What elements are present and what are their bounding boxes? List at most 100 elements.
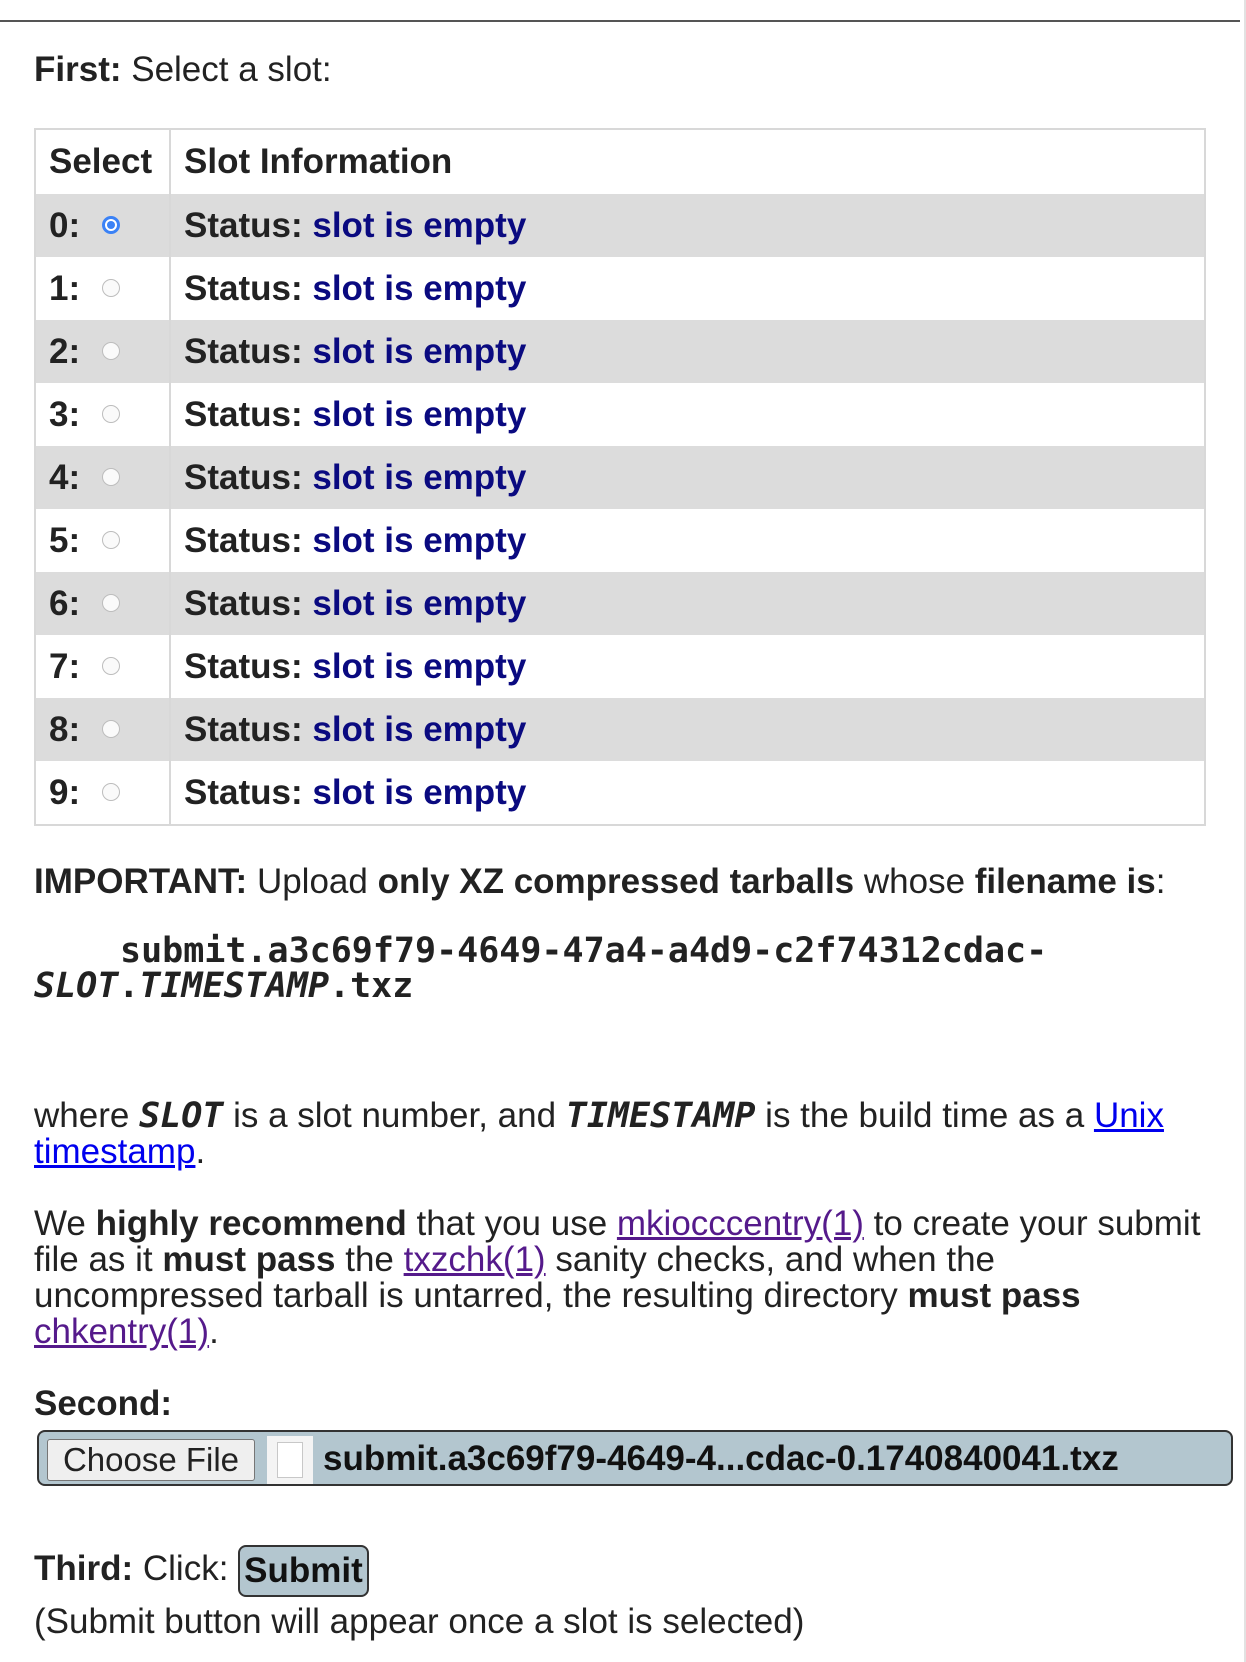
chkentry-link[interactable]: chkentry(1) — [34, 1312, 209, 1351]
status-label: Status: — [184, 646, 303, 686]
where-timestamp: TIMESTAMP — [565, 1096, 756, 1136]
status-label: Status: — [184, 520, 303, 560]
file-icon — [267, 1436, 313, 1484]
slot-info-cell: Status: slot is empty — [170, 320, 1205, 383]
mkiocccentry-link[interactable]: mkiocccentry(1) — [617, 1204, 864, 1243]
where-text-part: is the build time as a — [755, 1096, 1094, 1135]
where-slot: SLOT — [139, 1096, 224, 1136]
slot-row: 4: Status: slot is empty — [35, 446, 1205, 509]
slot-number: 5: — [49, 520, 81, 560]
slot-select-cell: 2: — [35, 320, 171, 383]
slot-table-header: Select Slot Information — [35, 129, 1205, 194]
select-column-header: Select — [35, 129, 171, 194]
status-label: Status: — [184, 457, 303, 497]
slot-number: 0: — [49, 205, 81, 245]
slot-radio[interactable] — [102, 342, 121, 361]
recommend-bold: must pass — [907, 1276, 1081, 1315]
status-label: Status: — [184, 709, 303, 749]
recommend-text: We highly recommend that you use mkioccc… — [34, 1206, 1206, 1350]
slot-select-cell: 3: — [35, 383, 171, 446]
slot-info-cell: Status: slot is empty — [170, 257, 1205, 320]
first-step-text: First: Select a slot: — [34, 50, 332, 90]
slot-select-cell: 0: — [35, 194, 171, 257]
third-label: Third: — [34, 1549, 134, 1588]
slot-select-cell: 1: — [35, 257, 171, 320]
txzchk-link[interactable]: txzchk(1) — [404, 1240, 546, 1279]
filename-ext: .txz — [329, 966, 414, 1006]
slot-row: 7: Status: slot is empty — [35, 635, 1205, 698]
status-value: slot is empty — [312, 331, 527, 371]
recommend-bold: must pass — [162, 1240, 336, 1279]
recommend-bold: highly recommend — [95, 1204, 407, 1243]
slot-info-cell: Status: slot is empty — [170, 761, 1205, 825]
filename-slot: SLOT — [34, 966, 119, 1006]
filename-prefix: submit.a3c69f79-4649-47a4-a4d9-c2f74312c… — [120, 931, 1048, 971]
slot-radio[interactable] — [102, 405, 121, 424]
top-divider — [0, 0, 1240, 22]
where-text-part: where — [34, 1096, 140, 1135]
slot-row: 1: Status: slot is empty — [35, 257, 1205, 320]
slot-row: 9: Status: slot is empty — [35, 761, 1205, 825]
important-note: IMPORTANT: Upload only XZ compressed tar… — [34, 864, 1206, 900]
status-label: Status: — [184, 268, 303, 308]
first-label: First: — [34, 50, 122, 89]
slot-select-cell: 6: — [35, 572, 171, 635]
status-value: slot is empty — [312, 457, 527, 497]
slot-select-cell: 4: — [35, 446, 171, 509]
where-text-part: is a slot number, and — [223, 1096, 566, 1135]
status-value: slot is empty — [312, 205, 527, 245]
status-label: Status: — [184, 205, 303, 245]
status-value: slot is empty — [312, 520, 527, 560]
second-step-text: Second: — [34, 1386, 1206, 1422]
recommend-text-part: the — [335, 1240, 404, 1279]
important-text: Upload — [247, 862, 378, 901]
filename-dot: . — [118, 966, 140, 1006]
slot-table: Select Slot Information 0: Status: slot i… — [34, 128, 1206, 826]
submit-button[interactable]: Submit — [238, 1544, 369, 1597]
slot-radio[interactable] — [102, 279, 121, 298]
slot-info-cell: Status: slot is empty — [170, 383, 1205, 446]
recommend-text-part: We — [34, 1204, 96, 1243]
slot-row: 2: Status: slot is empty — [35, 320, 1205, 383]
choose-file-button[interactable]: Choose File — [47, 1439, 255, 1481]
important-bold: only XZ compressed tarballs — [377, 862, 855, 901]
slot-row: 5: Status: slot is empty — [35, 509, 1205, 572]
slot-radio[interactable] — [102, 531, 121, 550]
third-text: Click: — [133, 1549, 239, 1588]
slot-row: 6: Status: slot is empty — [35, 572, 1205, 635]
slot-number: 1: — [49, 268, 81, 308]
slot-number: 2: — [49, 331, 81, 371]
slot-select-cell: 7: — [35, 635, 171, 698]
slot-radio[interactable] — [102, 216, 121, 235]
slot-row: 8: Status: slot is empty — [35, 698, 1205, 761]
status-label: Status: — [184, 583, 303, 623]
slot-info-column-header: Slot Information — [184, 142, 453, 181]
status-label: Status: — [184, 394, 303, 434]
slot-row: 3: Status: slot is empty — [35, 383, 1205, 446]
status-value: slot is empty — [312, 394, 527, 434]
important-text: : — [1155, 862, 1166, 901]
important-label: IMPORTANT: — [34, 862, 248, 901]
slot-info-cell: Status: slot is empty — [170, 446, 1205, 509]
where-text-part: . — [195, 1132, 206, 1171]
slot-radio[interactable] — [102, 657, 121, 676]
submit-note: (Submit button will appear once a slot i… — [34, 1602, 805, 1641]
status-value: slot is empty — [312, 268, 527, 308]
slot-radio[interactable] — [102, 720, 121, 739]
status-label: Status: — [184, 331, 303, 371]
slot-number: 6: — [49, 583, 81, 623]
slot-radio[interactable] — [102, 783, 121, 802]
slot-radio[interactable] — [102, 594, 121, 613]
slot-number: 3: — [49, 394, 81, 434]
slot-info-cell: Status: slot is empty — [170, 572, 1205, 635]
slot-radio[interactable] — [102, 468, 121, 487]
recommend-text-part: . — [209, 1312, 219, 1351]
slot-info-cell: Status: slot is empty — [170, 635, 1205, 698]
file-input[interactable]: Choose File submit.a3c69f79-4649-4...cda… — [37, 1430, 1233, 1486]
important-bold: filename is — [974, 862, 1156, 901]
slot-select-cell: 8: — [35, 698, 171, 761]
slot-select-cell: 9: — [35, 761, 171, 825]
filename-timestamp: TIMESTAMP — [139, 966, 330, 1006]
status-value: slot is empty — [312, 709, 527, 749]
slot-number: 7: — [49, 646, 81, 686]
